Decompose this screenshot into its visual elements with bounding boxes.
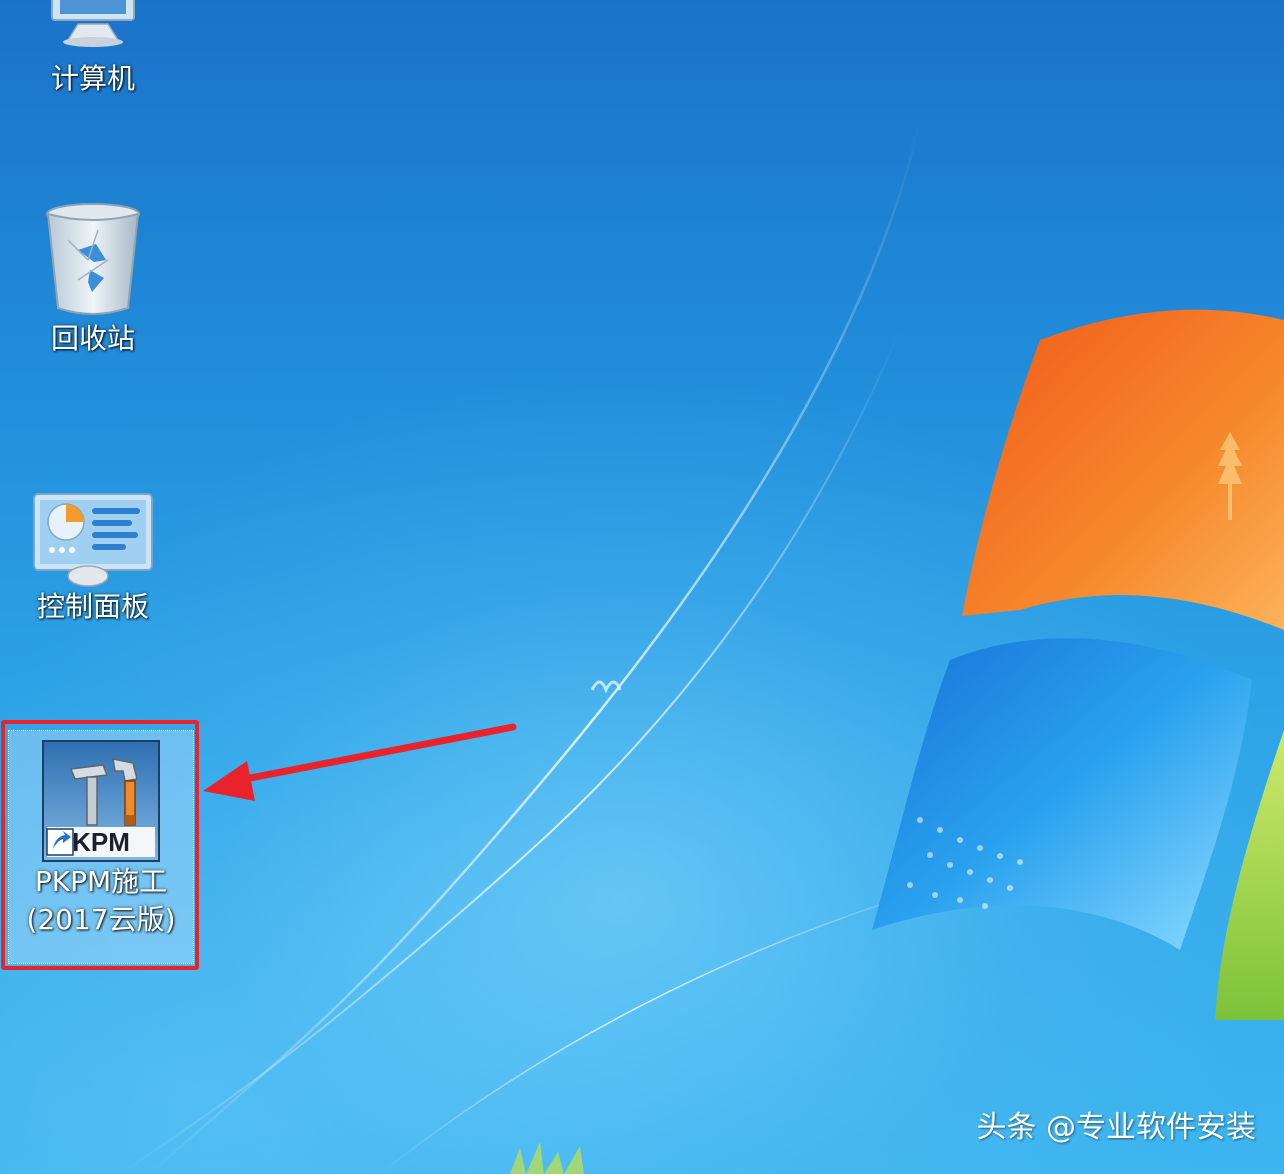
recycle-bin-icon <box>46 203 140 315</box>
annotation-highlight-box <box>1 720 199 970</box>
control-panel-icon <box>33 493 153 587</box>
desktop-icon-label: 回收站 <box>50 322 135 355</box>
desktop-icon-label: 控制面板 <box>36 590 149 623</box>
watermark-text: 头条 @专业软件安装 <box>976 1110 1256 1145</box>
desktop-icon-recycle-bin[interactable]: 回收站 <box>3 200 183 358</box>
desktop-icon-control-panel[interactable]: 控制面板 <box>3 488 183 626</box>
wallpaper-grass <box>510 1142 584 1174</box>
desktop-icon-label: 计算机 <box>50 62 135 95</box>
annotation-arrow <box>203 723 517 801</box>
computer-icon <box>51 0 135 47</box>
windows-logo-wallpaper <box>872 309 1284 1020</box>
desktop-icon-computer[interactable]: 计算机 <box>3 0 183 98</box>
